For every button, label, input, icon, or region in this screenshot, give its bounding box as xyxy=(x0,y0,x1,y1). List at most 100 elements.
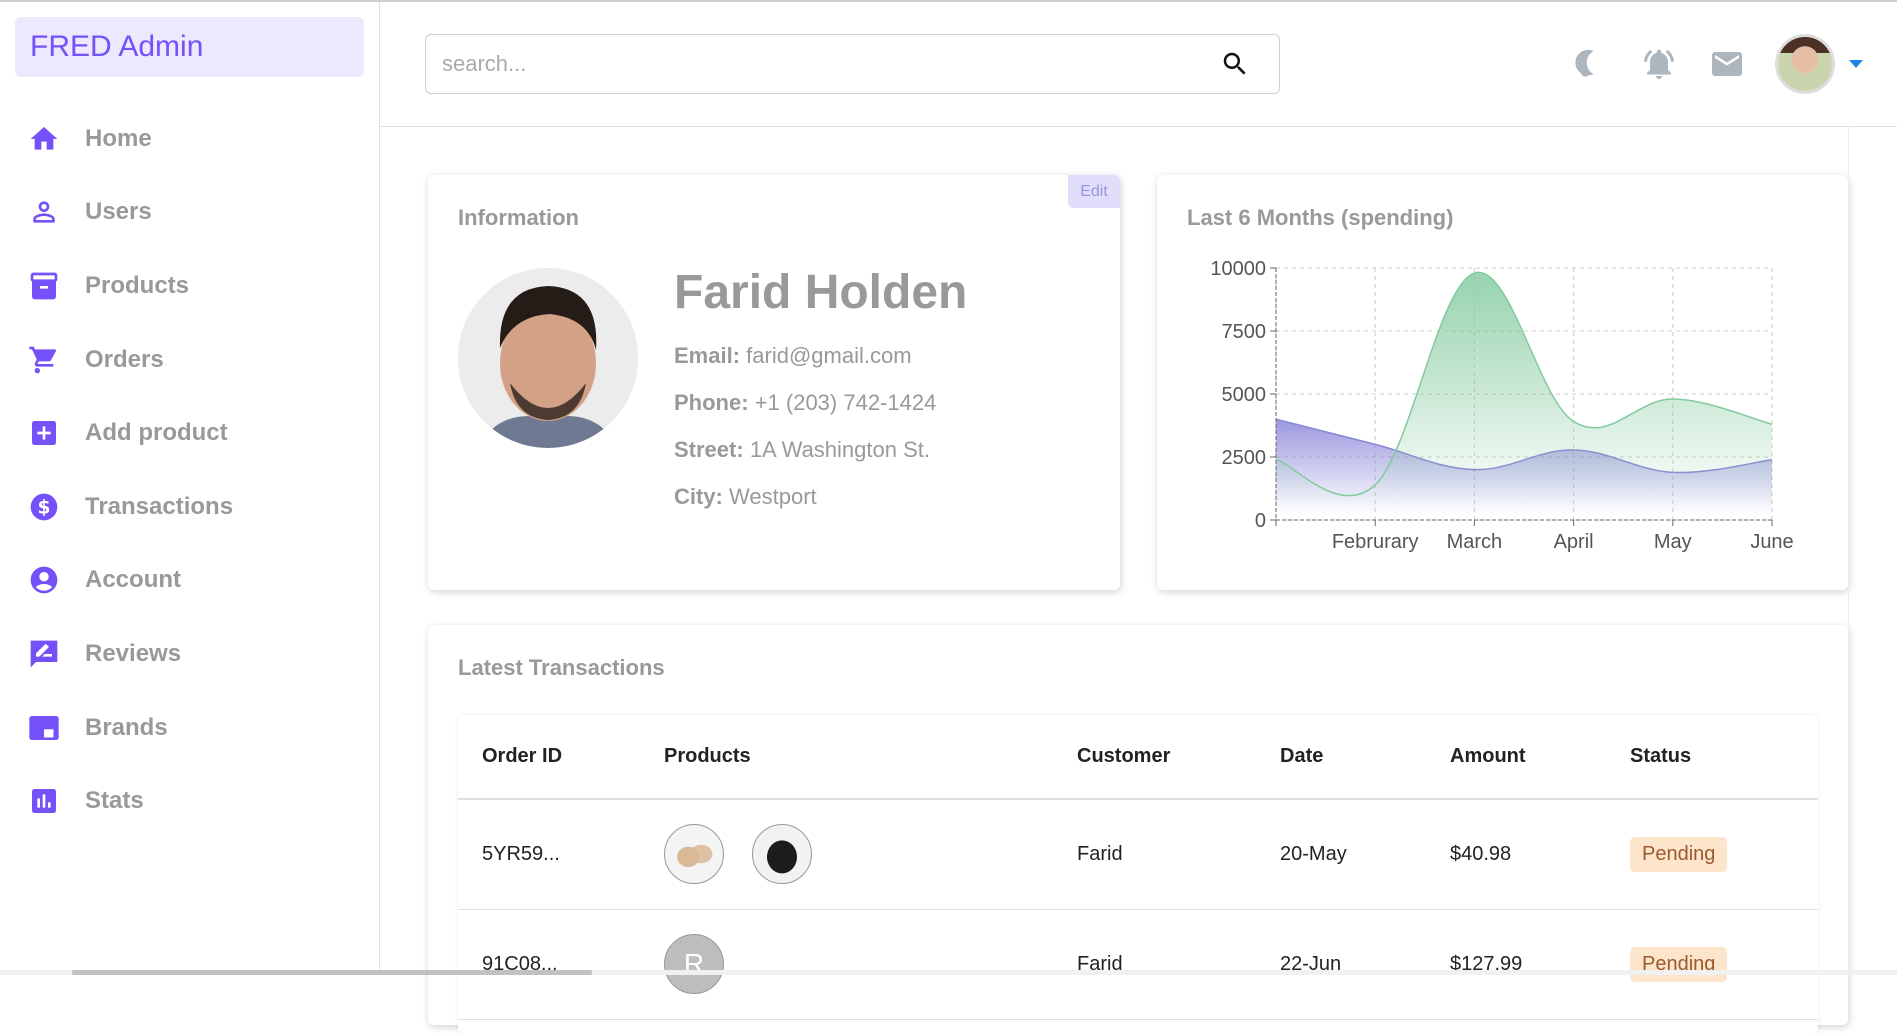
transactions-table-container: Order ID Products Customer Date Amount S… xyxy=(458,715,1818,1035)
x-tick-label: May xyxy=(1654,531,1692,553)
detail-label: Email: xyxy=(674,343,741,368)
edit-button[interactable]: Edit xyxy=(1068,175,1120,208)
sidebar: FRED Admin Home Users Products Orders Ad… xyxy=(0,2,380,975)
picture-in-picture-icon xyxy=(28,712,60,744)
x-tick-label: June xyxy=(1750,531,1793,553)
detail-label: Street: xyxy=(674,437,744,462)
sidebar-item-label: Account xyxy=(85,566,181,594)
spending-area-chart: 0 2500 5000 7500 10000 Februrary March April May… xyxy=(1210,258,1793,553)
status-cell: Pending xyxy=(1606,909,1818,1020)
detail-value: farid@gmail.com xyxy=(746,343,912,368)
profile-name: Farid Holden xyxy=(674,266,968,319)
svg-text:$: $ xyxy=(38,497,51,518)
column-header-amount[interactable]: Amount xyxy=(1426,715,1606,800)
sidebar-item-label: Add product xyxy=(85,419,228,447)
sidebar-item-transactions[interactable]: $ Transactions xyxy=(0,470,379,544)
caret-down-icon[interactable] xyxy=(1849,60,1863,68)
sidebar-item-label: Stats xyxy=(85,787,144,815)
top-navbar xyxy=(380,2,1897,127)
cart-icon xyxy=(28,344,60,376)
column-header-date[interactable]: Date xyxy=(1256,715,1426,800)
archive-icon xyxy=(28,270,60,302)
sidebar-item-reviews[interactable]: Reviews xyxy=(0,617,379,691)
y-tick-label: 10000 xyxy=(1210,258,1266,280)
sidebar-item-label: Home xyxy=(85,124,152,152)
sidebar-item-users[interactable]: Users xyxy=(0,176,379,250)
latest-transactions-card: Latest Transactions Order ID Products Cu… xyxy=(428,625,1848,1035)
y-tick-label: 0 xyxy=(1255,510,1266,532)
bar-chart-icon xyxy=(28,785,60,817)
card-title: Last 6 Months (spending) xyxy=(1187,205,1454,230)
home-icon xyxy=(28,123,60,155)
sidebar-nav: Home Users Products Orders Add product $… xyxy=(0,102,379,838)
sidebar-item-home[interactable]: Home xyxy=(0,102,379,176)
table-row[interactable]: 5YR59... Farid 20-May $40.98 Pending xyxy=(458,799,1818,910)
sidebar-item-label: Transactions xyxy=(85,492,234,520)
products-cell: R xyxy=(640,909,1053,1020)
detail-city: City: Westport xyxy=(674,484,936,511)
search-input[interactable] xyxy=(426,51,1215,77)
sidebar-item-label: Products xyxy=(85,271,190,299)
customer-cell: Farid xyxy=(1053,909,1256,1020)
sidebar-item-label: Reviews xyxy=(85,639,182,667)
sidebar-item-stats[interactable]: Stats xyxy=(0,764,379,838)
customer-cell: Farid xyxy=(1053,799,1256,910)
table-header-row: Order ID Products Customer Date Amount S… xyxy=(458,715,1818,800)
x-tick-label: Februrary xyxy=(1332,531,1419,553)
y-tick-label: 2500 xyxy=(1222,447,1267,469)
dark-mode-icon[interactable] xyxy=(1571,44,1611,84)
product-thumbnail-placeholder[interactable]: R xyxy=(664,934,724,994)
user-icon xyxy=(28,196,60,228)
detail-value: Westport xyxy=(729,484,817,509)
notifications-icon[interactable] xyxy=(1639,44,1679,84)
detail-label: Phone: xyxy=(674,390,749,415)
header-actions xyxy=(1571,32,1897,96)
sidebar-item-label: Orders xyxy=(85,345,164,373)
sidebar-item-orders[interactable]: Orders xyxy=(0,323,379,397)
product-thumbnail-sandals[interactable] xyxy=(664,824,724,885)
card-title: Latest Transactions xyxy=(458,655,665,680)
horizontal-scrollbar[interactable] xyxy=(0,970,1897,975)
scrollbar-thumb[interactable] xyxy=(72,970,592,975)
detail-value: 1A Washington St. xyxy=(749,437,930,462)
sidebar-item-account[interactable]: Account xyxy=(0,544,379,618)
detail-phone: Phone: +1 (203) 742-1424 xyxy=(674,390,936,417)
product-thumbnail-backpack[interactable] xyxy=(752,824,812,885)
search-box xyxy=(425,34,1280,94)
column-header-customer[interactable]: Customer xyxy=(1053,715,1256,800)
column-header-status[interactable]: Status xyxy=(1606,715,1818,800)
x-tick-label: March xyxy=(1447,531,1503,553)
profile-photo xyxy=(458,268,638,448)
order-id-cell: 5YR59... xyxy=(458,799,640,910)
status-badge: Pending xyxy=(1630,836,1728,872)
sidebar-item-add-product[interactable]: Add product xyxy=(0,396,379,470)
sidebar-item-brands[interactable]: Brands xyxy=(0,691,379,765)
detail-label: City: xyxy=(674,484,723,509)
column-header-products[interactable]: Products xyxy=(640,715,1053,800)
status-cell: Pending xyxy=(1606,799,1818,910)
user-avatar[interactable] xyxy=(1775,34,1835,94)
detail-street: Street: 1A Washington St. xyxy=(674,437,936,464)
column-header-order-id[interactable]: Order ID xyxy=(458,715,640,800)
table-row[interactable]: 91C08... R Farid 22-Jun $127.99 Pending xyxy=(458,909,1818,1020)
y-tick-label: 5000 xyxy=(1222,384,1267,406)
information-card: Edit Information Farid Holden Email: far… xyxy=(428,175,1120,590)
sidebar-item-products[interactable]: Products xyxy=(0,249,379,323)
amount-cell: $40.98 xyxy=(1426,799,1606,910)
app-logo[interactable]: FRED Admin xyxy=(15,17,364,77)
y-tick-label: 7500 xyxy=(1222,321,1267,343)
products-cell xyxy=(640,799,1053,910)
rate-review-icon xyxy=(28,638,60,670)
card-title: Information xyxy=(458,205,579,230)
sidebar-item-label: Brands xyxy=(85,713,168,741)
mail-icon[interactable] xyxy=(1707,44,1747,84)
profile-details: Email: farid@gmail.com Phone: +1 (203) 7… xyxy=(674,343,936,531)
detail-value: +1 (203) 742-1424 xyxy=(754,390,937,415)
page-scroll-edge xyxy=(1848,127,1849,975)
x-tick-label: April xyxy=(1554,531,1594,553)
search-icon[interactable] xyxy=(1215,44,1255,84)
detail-email: Email: farid@gmail.com xyxy=(674,343,936,370)
account-circle-icon xyxy=(28,564,60,596)
date-cell: 20-May xyxy=(1256,799,1426,910)
add-box-icon xyxy=(28,417,60,449)
